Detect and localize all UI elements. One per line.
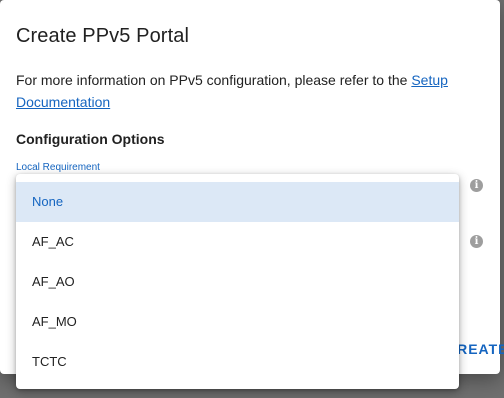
- info-icon[interactable]: i: [470, 179, 483, 192]
- dropdown-option-none[interactable]: None: [16, 182, 459, 222]
- local-requirement-label: Local Requirement: [16, 162, 100, 173]
- info-icon[interactable]: i: [470, 235, 483, 248]
- dialog-title: Create PPv5 Portal: [16, 25, 189, 47]
- local-requirement-dropdown-menu: None AF_AC AF_AO AF_MO TCTC: [16, 174, 459, 389]
- info-text-body: For more information on PPv5 configurati…: [16, 72, 412, 88]
- dropdown-option-af-ao[interactable]: AF_AO: [16, 262, 459, 302]
- info-text: For more information on PPv5 configurati…: [16, 69, 466, 113]
- dropdown-option-af-ac[interactable]: AF_AC: [16, 222, 459, 262]
- dropdown-option-tctc[interactable]: TCTC: [16, 342, 459, 382]
- section-heading: Configuration Options: [16, 131, 165, 147]
- dropdown-option-af-mo[interactable]: AF_MO: [16, 302, 459, 342]
